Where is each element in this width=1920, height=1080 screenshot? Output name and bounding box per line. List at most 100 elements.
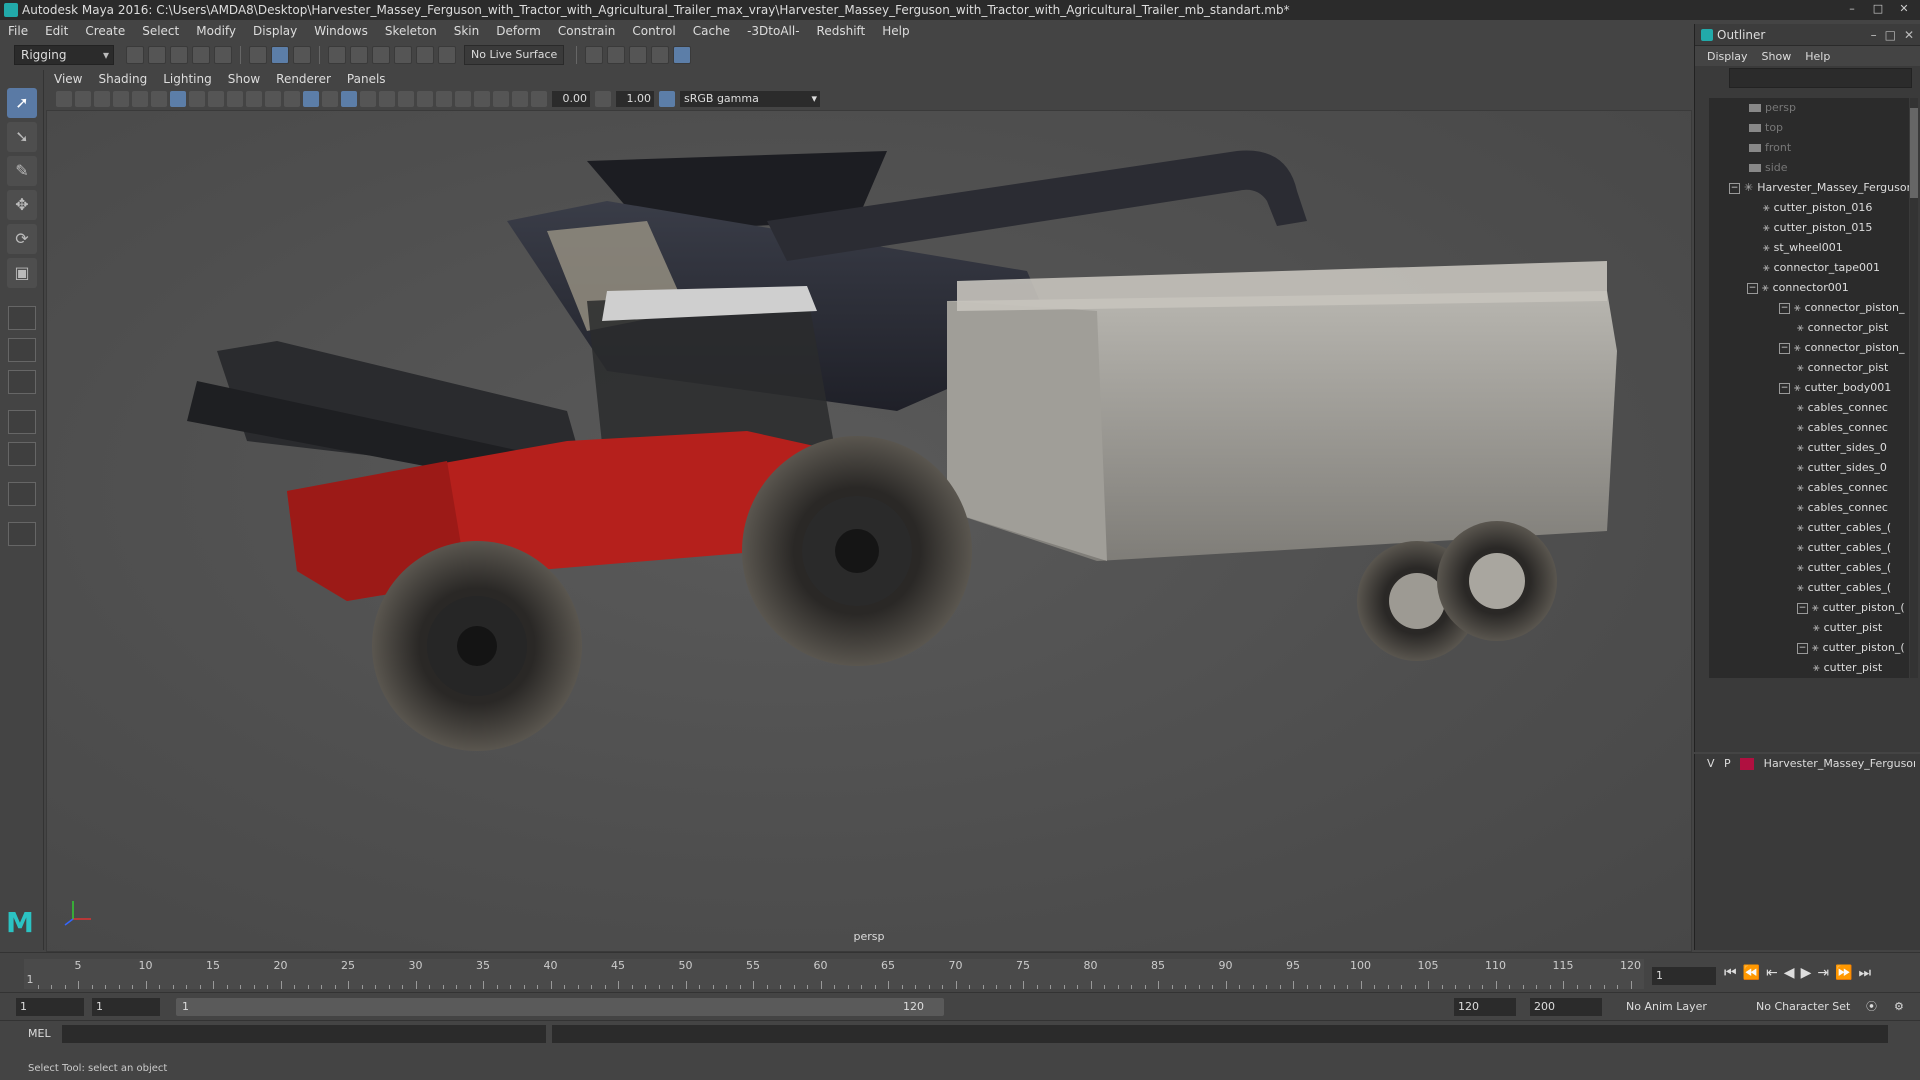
go-to-start-icon[interactable]: ⏮ bbox=[1724, 965, 1737, 981]
menu-constrain[interactable]: Constrain bbox=[558, 24, 616, 38]
safe-title-icon[interactable] bbox=[265, 91, 281, 107]
two-view-layout-icon[interactable] bbox=[8, 370, 36, 394]
motion-blur-icon[interactable] bbox=[417, 91, 433, 107]
auto-key-icon[interactable]: ⦿ bbox=[1866, 998, 1877, 1016]
safe-action-icon[interactable] bbox=[246, 91, 262, 107]
layer-visibility-toggle[interactable]: V bbox=[1707, 757, 1715, 770]
outliner-item[interactable]: top bbox=[1709, 118, 1909, 138]
paint-select-icon[interactable]: ✎ bbox=[7, 156, 37, 186]
menu-file[interactable]: File bbox=[8, 24, 28, 38]
menu-3dtoall[interactable]: -3DtoAll- bbox=[747, 24, 799, 38]
render-view-icon[interactable] bbox=[607, 46, 626, 64]
outliner-item[interactable]: ⚹ cutter_cables_( bbox=[1709, 558, 1909, 578]
outliner-item[interactable]: ⚹ cutter_pist bbox=[1709, 618, 1909, 638]
single-view-layout-icon[interactable] bbox=[8, 306, 36, 330]
exposure-icon[interactable] bbox=[531, 91, 547, 107]
gate-mask-icon[interactable] bbox=[208, 91, 224, 107]
xray-components-icon[interactable] bbox=[512, 91, 528, 107]
graph-layout-icon[interactable] bbox=[8, 442, 36, 466]
outliner-item[interactable]: − ⚹ connector001 bbox=[1709, 278, 1909, 298]
hypergraph-layout-icon[interactable] bbox=[8, 482, 36, 506]
menu-modify[interactable]: Modify bbox=[196, 24, 236, 38]
menu-select[interactable]: Select bbox=[142, 24, 179, 38]
menu-set-dropdown[interactable]: Rigging bbox=[14, 45, 114, 65]
outliner-minimize-icon[interactable]: – bbox=[1871, 24, 1877, 46]
anim-layer-dropdown[interactable]: No Anim Layer bbox=[1626, 998, 1707, 1016]
panel-menu-panels[interactable]: Panels bbox=[347, 72, 386, 86]
outliner-menu-display[interactable]: Display bbox=[1707, 50, 1748, 63]
command-input[interactable] bbox=[62, 1025, 546, 1043]
trailer-model[interactable] bbox=[947, 261, 1617, 661]
extra-layout-icon[interactable] bbox=[8, 522, 36, 546]
outliner-item[interactable]: − ⚹ cutter_body001 bbox=[1709, 378, 1909, 398]
shadows-icon[interactable] bbox=[379, 91, 395, 107]
menu-edit[interactable]: Edit bbox=[45, 24, 68, 38]
expand-toggle-icon[interactable]: − bbox=[1797, 602, 1808, 614]
outliner-item[interactable]: side bbox=[1709, 158, 1909, 178]
outliner-item[interactable]: ⚹ cutter_cables_( bbox=[1709, 518, 1909, 538]
gamma-field[interactable]: 1.00 bbox=[616, 91, 654, 107]
snap-surface-icon[interactable] bbox=[416, 46, 434, 64]
outliner-close-icon[interactable]: ✕ bbox=[1904, 24, 1914, 46]
film-gate-icon[interactable] bbox=[132, 91, 148, 107]
outliner-item[interactable]: − ⚹ connector_piston_ bbox=[1709, 298, 1909, 318]
expand-toggle-icon[interactable]: − bbox=[1797, 642, 1808, 654]
smooth-shade-icon[interactable] bbox=[303, 91, 319, 107]
time-slider-bar[interactable]: 1 5 10 15 20 25 30 35 40 45 50 55 60 65 70 75 80 85 90 95 1… bbox=[24, 959, 1644, 989]
step-back-key-icon[interactable]: ⇤ bbox=[1766, 965, 1778, 981]
panel-menu-lighting[interactable]: Lighting bbox=[163, 72, 212, 86]
outliner-item[interactable]: ⚹ cables_connec bbox=[1709, 398, 1909, 418]
color-management-icon[interactable] bbox=[659, 91, 675, 107]
maximize-button[interactable]: □ bbox=[1866, 0, 1890, 18]
expand-toggle-icon[interactable]: − bbox=[1779, 302, 1790, 314]
outliner-item[interactable]: ⚹ cables_connec bbox=[1709, 418, 1909, 438]
expand-toggle-icon[interactable]: − bbox=[1747, 282, 1758, 294]
anim-prefs-icon[interactable]: ⚙ bbox=[1894, 998, 1904, 1016]
minimize-button[interactable]: – bbox=[1840, 0, 1864, 18]
xray-icon[interactable] bbox=[474, 91, 490, 107]
outliner-item[interactable]: ⚹ cutter_piston_016 bbox=[1709, 198, 1909, 218]
range-slider-bar[interactable]: 1 120 bbox=[176, 998, 944, 1016]
go-to-end-icon[interactable]: ⏭ bbox=[1859, 965, 1872, 981]
scale-tool-icon[interactable]: ▣ bbox=[7, 258, 37, 288]
play-backward-icon[interactable]: ◀ bbox=[1784, 965, 1795, 981]
close-button[interactable]: ✕ bbox=[1892, 0, 1916, 18]
expand-toggle-icon[interactable]: − bbox=[1779, 342, 1790, 354]
menu-deform[interactable]: Deform bbox=[496, 24, 541, 38]
character-set-dropdown[interactable]: No Character Set bbox=[1756, 998, 1850, 1016]
outliner-item[interactable]: ⚹ cutter_cables_( bbox=[1709, 538, 1909, 558]
xray-joints-icon[interactable] bbox=[493, 91, 509, 107]
current-frame-field[interactable]: 1 bbox=[1652, 967, 1716, 985]
grease-pencil-icon[interactable] bbox=[151, 91, 167, 107]
panel-menu-shading[interactable]: Shading bbox=[98, 72, 147, 86]
outliner-item[interactable]: − ✳ Harvester_Massey_Ferguson bbox=[1709, 178, 1909, 198]
outliner-item[interactable]: ⚹ connector_pist bbox=[1709, 318, 1909, 338]
anim-end-field[interactable]: 200 bbox=[1530, 998, 1602, 1016]
menu-skin[interactable]: Skin bbox=[454, 24, 480, 38]
outliner-item[interactable]: − ⚹ connector_piston_ bbox=[1709, 338, 1909, 358]
outliner-item[interactable]: ⚹ connector_tape001 bbox=[1709, 258, 1909, 278]
outliner-item[interactable]: − ⚹ cutter_piston_( bbox=[1709, 598, 1909, 618]
layer-name[interactable]: Harvester_Massey_Ferguson_ bbox=[1764, 757, 1915, 770]
save-scene-icon[interactable] bbox=[170, 46, 188, 64]
outliner-maximize-icon[interactable]: □ bbox=[1885, 24, 1896, 46]
step-forward-frame-icon[interactable]: ⏩ bbox=[1835, 965, 1852, 981]
camera-attributes-icon[interactable] bbox=[56, 91, 72, 107]
panel-menu-view[interactable]: View bbox=[54, 72, 82, 86]
redo-icon[interactable] bbox=[214, 46, 232, 64]
outliner-item[interactable]: ⚹ cutter_piston_015 bbox=[1709, 218, 1909, 238]
play-forward-icon[interactable]: ▶ bbox=[1801, 965, 1812, 981]
menu-control[interactable]: Control bbox=[632, 24, 675, 38]
snap-grid-icon[interactable] bbox=[328, 46, 346, 64]
outliner-item[interactable]: ⚹ cutter_sides_0 bbox=[1709, 458, 1909, 478]
expand-toggle-icon[interactable]: − bbox=[1729, 182, 1740, 194]
wireframe-icon[interactable] bbox=[284, 91, 300, 107]
menu-skeleton[interactable]: Skeleton bbox=[385, 24, 437, 38]
ambient-occlusion-icon[interactable] bbox=[398, 91, 414, 107]
menu-display[interactable]: Display bbox=[253, 24, 297, 38]
select-component-icon[interactable] bbox=[293, 46, 311, 64]
move-tool-icon[interactable]: ✥ bbox=[7, 190, 37, 220]
anim-start-field[interactable]: 1 bbox=[16, 998, 84, 1016]
lights-icon[interactable] bbox=[360, 91, 376, 107]
outliner-item[interactable]: persp bbox=[1709, 98, 1909, 118]
